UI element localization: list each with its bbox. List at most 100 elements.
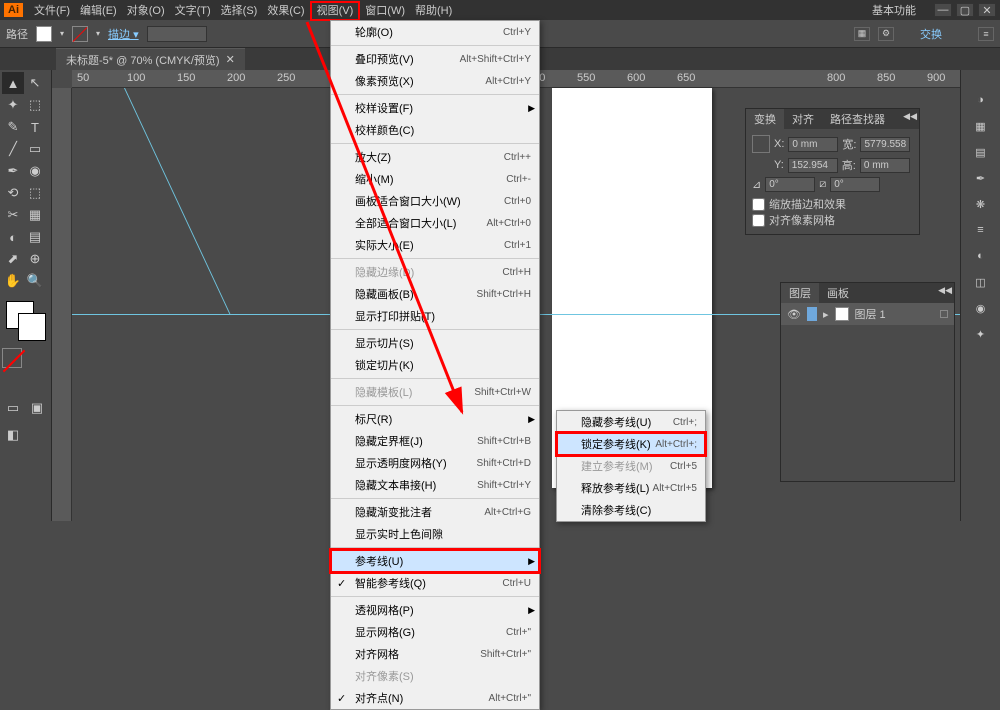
gradient-icon[interactable]: ◐ (971, 246, 991, 266)
menu-item[interactable]: 清除参考线(C) (557, 499, 705, 521)
tab-align[interactable]: 对齐 (784, 109, 822, 129)
menu-item[interactable]: 透视网格(P)▶ (331, 599, 539, 621)
background-color[interactable] (18, 313, 46, 341)
ruler-vertical[interactable] (52, 88, 72, 521)
menu-视图[interactable]: 视图(V) (310, 1, 361, 21)
tool-4[interactable]: ✎ (2, 116, 24, 138)
tab-transform[interactable]: 变换 (746, 109, 784, 129)
menu-item[interactable]: 实际大小(E)Ctrl+1 (331, 234, 539, 256)
menu-item[interactable]: 显示网格(G)Ctrl+" (331, 621, 539, 643)
rotate-field[interactable] (765, 177, 815, 192)
menu-item[interactable]: 标尺(R)▶ (331, 408, 539, 430)
no-fill-swatch[interactable] (2, 348, 22, 368)
menu-帮助[interactable]: 帮助(H) (410, 3, 457, 19)
tool-2[interactable]: ✦ (2, 94, 24, 116)
menu-item[interactable]: 放大(Z)Ctrl++ (331, 146, 539, 168)
menu-选择[interactable]: 选择(S) (216, 3, 263, 19)
w-field[interactable] (860, 137, 910, 152)
close-button[interactable]: ✕ (978, 3, 996, 17)
menu-item[interactable]: 缩小(M)Ctrl+- (331, 168, 539, 190)
fill-dropdown-icon[interactable]: ▾ (60, 29, 64, 38)
document-tab[interactable]: 未标题-5* @ 70% (CMYK/预览) ✕ (56, 48, 245, 71)
menu-item[interactable]: 显示透明度网格(Y)Shift+Ctrl+D (331, 452, 539, 474)
menu-item[interactable]: 像素预览(X)Alt+Ctrl+Y (331, 70, 539, 92)
menu-item[interactable]: 隐藏参考线(U)Ctrl+; (557, 411, 705, 433)
menu-item[interactable]: 显示实时上色间隙 (331, 523, 539, 545)
color-panel-icon[interactable]: ◑ (971, 90, 991, 110)
tool-17[interactable]: ⊕ (24, 248, 46, 270)
menu-item[interactable]: 释放参考线(L)Alt+Ctrl+5 (557, 477, 705, 499)
menu-item[interactable]: ✓对齐点(N)Alt+Ctrl+" (331, 687, 539, 709)
menu-item[interactable]: 隐藏定界框(J)Shift+Ctrl+B (331, 430, 539, 452)
align-pixel-checkbox[interactable] (752, 214, 765, 227)
screen-mode-full[interactable]: ▣ (26, 397, 48, 419)
transparency-icon[interactable]: ◫ (971, 272, 991, 292)
reference-point-icon[interactable] (752, 135, 770, 153)
stroke-label[interactable]: 描边 ▾ (108, 26, 139, 42)
menu-item[interactable]: 叠印预览(V)Alt+Shift+Ctrl+Y (331, 48, 539, 70)
layer-row[interactable]: 👁 ▸ 图层 1 (781, 303, 954, 325)
change-screen-icon[interactable]: ◧ (2, 424, 24, 446)
swap-button[interactable]: 交换 (920, 26, 942, 42)
menu-编辑[interactable]: 编辑(E) (75, 3, 122, 19)
layer-target-icon[interactable] (940, 310, 948, 318)
tool-13[interactable]: ▦ (24, 204, 46, 226)
menu-item[interactable]: 轮廓(O)Ctrl+Y (331, 21, 539, 43)
tool-18[interactable]: ✋ (2, 270, 24, 292)
menu-item[interactable]: 对齐网格Shift+Ctrl+" (331, 643, 539, 665)
maximize-button[interactable]: ▢ (956, 3, 974, 17)
tool-16[interactable]: ⬈ (2, 248, 24, 270)
panel-collapse-icon[interactable]: ◀◀ (903, 111, 917, 122)
tool-9[interactable]: ◉ (24, 160, 46, 182)
screen-mode-normal[interactable]: ▭ (2, 397, 24, 419)
tool-14[interactable]: ◐ (2, 226, 24, 248)
fill-swatch[interactable] (36, 26, 52, 42)
appearance-icon[interactable]: ◉ (971, 298, 991, 318)
graphic-styles-icon[interactable]: ✦ (971, 324, 991, 344)
panel-collapse-icon[interactable]: ◀◀ (938, 285, 952, 296)
color-guide-icon[interactable]: ▦ (971, 116, 991, 136)
color-swatches[interactable] (2, 297, 49, 341)
menu-item[interactable]: 画板适合窗口大小(W)Ctrl+0 (331, 190, 539, 212)
tool-19[interactable]: 🔍 (24, 270, 46, 292)
tool-5[interactable]: T (24, 116, 46, 138)
tool-1[interactable]: ↖ (24, 72, 46, 94)
tab-pathfinder[interactable]: 路径查找器 (822, 109, 893, 129)
tab-artboards[interactable]: 画板 (819, 283, 857, 303)
h-field[interactable] (860, 158, 910, 173)
align-icon[interactable]: ≡ (978, 27, 994, 41)
stroke-panel-icon[interactable]: ≡ (971, 220, 991, 240)
tool-0[interactable]: ▲ (2, 72, 24, 94)
menu-item[interactable]: 参考线(U)▶ (331, 550, 539, 572)
menu-item[interactable]: ✓智能参考线(Q)Ctrl+U (331, 572, 539, 594)
menu-窗口[interactable]: 窗口(W) (360, 3, 410, 19)
prefs-icon[interactable]: ⚙ (878, 27, 894, 41)
tool-12[interactable]: ✂ (2, 204, 24, 226)
x-field[interactable] (788, 137, 838, 152)
tool-8[interactable]: ✒ (2, 160, 24, 182)
stroke-dropdown-icon[interactable]: ▾ (96, 29, 100, 38)
menu-item[interactable]: 校样颜色(C) (331, 119, 539, 141)
menu-item[interactable]: 全部适合窗口大小(L)Alt+Ctrl+0 (331, 212, 539, 234)
menu-效果[interactable]: 效果(C) (262, 3, 309, 19)
workspace-switcher[interactable]: 基本功能 (872, 2, 916, 18)
menu-item[interactable]: 锁定切片(K) (331, 354, 539, 376)
menu-文字[interactable]: 文字(T) (170, 3, 216, 19)
symbols-icon[interactable]: ❋ (971, 194, 991, 214)
tool-7[interactable]: ▭ (24, 138, 46, 160)
menu-item[interactable]: 隐藏渐变批注者Alt+Ctrl+G (331, 501, 539, 523)
menu-item[interactable]: 锁定参考线(K)Alt+Ctrl+; (557, 433, 705, 455)
scale-strokes-checkbox[interactable] (752, 198, 765, 211)
menu-对象[interactable]: 对象(O) (122, 3, 170, 19)
doc-setup-icon[interactable]: ▦ (854, 27, 870, 41)
tool-11[interactable]: ⬚ (24, 182, 46, 204)
menu-item[interactable]: 显示打印拼贴(T) (331, 305, 539, 327)
minimize-button[interactable]: — (934, 3, 952, 17)
menu-item[interactable]: 校样设置(F)▶ (331, 97, 539, 119)
tool-10[interactable]: ⟲ (2, 182, 24, 204)
layer-name[interactable]: 图层 1 (855, 306, 886, 322)
menu-item[interactable]: 隐藏画板(B)Shift+Ctrl+H (331, 283, 539, 305)
menu-item[interactable]: 显示切片(S) (331, 332, 539, 354)
tab-layers[interactable]: 图层 (781, 283, 819, 303)
stroke-weight-field[interactable] (147, 26, 207, 42)
